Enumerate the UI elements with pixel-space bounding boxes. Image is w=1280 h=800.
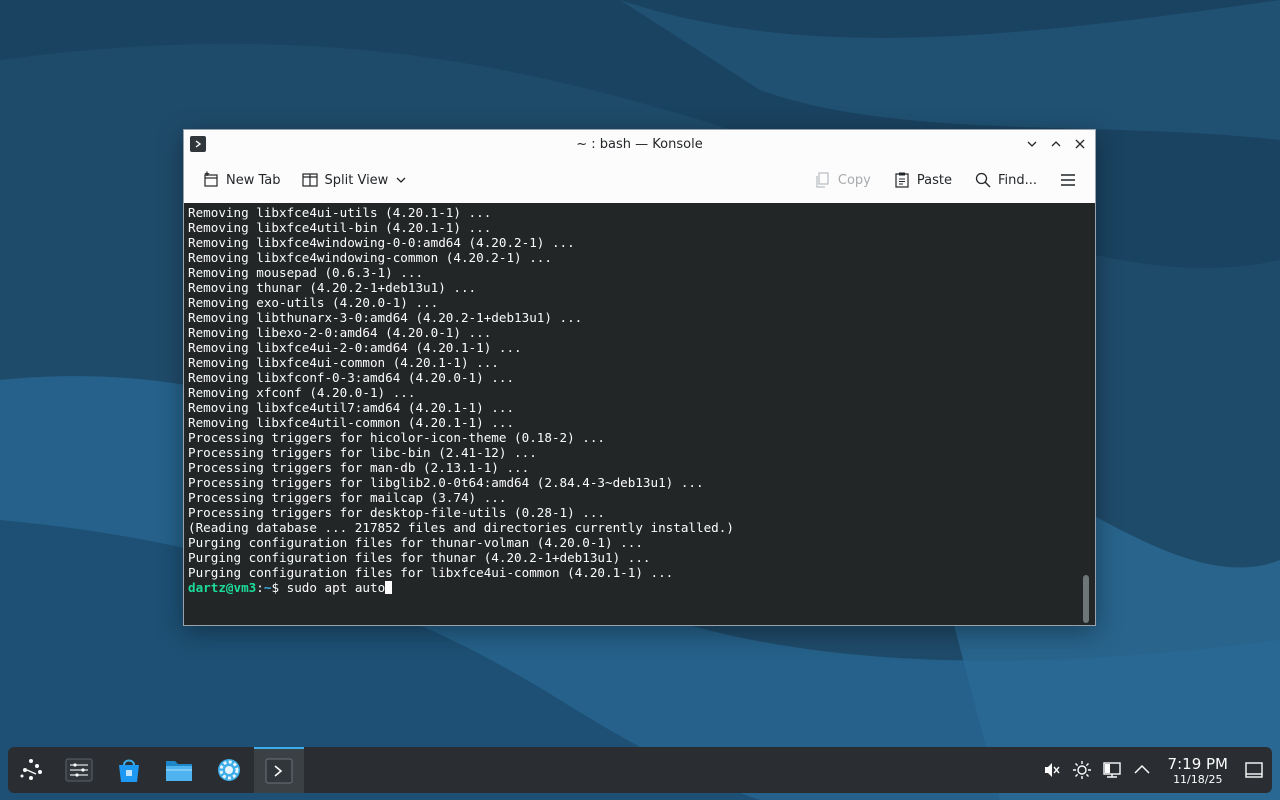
find-button[interactable]: Find... (968, 165, 1043, 195)
terminal-line: Processing triggers for libc-bin (2.41-1… (188, 445, 537, 460)
system-monitor-icon (65, 758, 93, 782)
task-konsole[interactable] (254, 747, 304, 793)
konsole-icon (265, 758, 293, 784)
hamburger-menu-icon (1061, 174, 1075, 186)
terminal-line: Removing libxfce4windowing-common (4.20.… (188, 250, 552, 265)
settings-gear-icon (218, 759, 240, 781)
new-tab-button[interactable]: New Tab (196, 165, 287, 195)
terminal-line: Removing xfconf (4.20.0-1) ... (188, 385, 416, 400)
discover-store-icon (119, 759, 139, 782)
terminal-line: Removing mousepad (0.6.3-1) ... (188, 265, 424, 280)
copy-button[interactable]: Copy (808, 165, 877, 195)
prompt-symbol: $ (271, 580, 280, 595)
prompt-user: dartz@vm3 (188, 580, 257, 595)
show-desktop-icon[interactable] (1244, 760, 1264, 780)
dolphin-folder-icon (166, 761, 192, 781)
terminal-line: Processing triggers for man-db (2.13.1-1… (188, 460, 530, 475)
terminal-line: Removing libxfce4util7:amd64 (4.20.1-1) … (188, 400, 515, 415)
new-tab-label: New Tab (226, 172, 281, 188)
paste-icon (895, 172, 909, 188)
split-view-button[interactable]: Split View (295, 165, 415, 195)
task-settings[interactable] (204, 747, 254, 793)
terminal-scrollbar[interactable] (1083, 575, 1089, 623)
terminal-line: (Reading database ... 217852 files and d… (188, 520, 734, 535)
volume-muted-icon[interactable] (1042, 760, 1062, 780)
search-icon (975, 172, 991, 188)
copy-label: Copy (837, 172, 871, 188)
terminal-line: Removing libxfce4ui-utils (4.20.1-1) ... (188, 205, 492, 220)
new-tab-icon (204, 171, 218, 187)
terminal-line: Purging configuration files for thunar (… (188, 550, 651, 565)
terminal-line: Removing thunar (4.20.2-1+deb13u1) ... (188, 280, 477, 295)
split-view-label: Split View (324, 172, 389, 188)
clock-time: 7:19 PM (1167, 754, 1228, 773)
app-menu-icon (20, 759, 42, 780)
typed-command: sudo apt auto (279, 580, 386, 595)
terminal-line: Processing triggers for hicolor-icon-the… (188, 430, 606, 445)
terminal-line: Removing libexo-2-0:amd64 (4.20.0-1) ... (188, 325, 492, 340)
brightness-icon[interactable] (1072, 760, 1092, 780)
clock-date: 11/18/25 (1173, 772, 1223, 786)
terminal-line: Removing libxfce4util-bin (4.20.1-1) ... (188, 220, 492, 235)
task-dolphin[interactable] (154, 747, 204, 793)
close-icon[interactable] (1071, 134, 1089, 154)
terminal-output: Removing libxfce4ui-utils (4.20.1-1) ...… (188, 205, 1075, 595)
terminal-prompt-line[interactable]: dartz@vm3:~$ sudo apt auto (188, 580, 1075, 595)
text-cursor (385, 581, 393, 594)
terminal-line: Purging configuration files for thunar-v… (188, 535, 643, 550)
paste-label: Paste (916, 172, 952, 188)
terminal-line: Removing libthunarx-3-0:amd64 (4.20.2-1+… (188, 310, 583, 325)
terminal-line: Removing libxfce4util-common (4.20.1-1) … (188, 415, 515, 430)
terminal-line: Processing triggers for libglib2.0-0t64:… (188, 475, 704, 490)
taskbar-panel: 7:19 PM 11/18/25 (8, 747, 1272, 793)
maximize-icon[interactable] (1047, 134, 1065, 154)
terminal-line: Purging configuration files for libxfce4… (188, 565, 674, 580)
tray-expand-icon[interactable] (1132, 760, 1152, 780)
terminal-line: Removing libxfconf-0-3:amd64 (4.20.0-1) … (188, 370, 515, 385)
task-discover[interactable] (104, 747, 154, 793)
konsole-app-icon[interactable] (190, 136, 206, 152)
paste-button[interactable]: Paste (887, 165, 958, 195)
terminal-view[interactable]: Removing libxfce4ui-utils (4.20.1-1) ...… (184, 203, 1095, 625)
terminal-line: Removing libxfce4ui-2-0:amd64 (4.20.1-1)… (188, 340, 522, 355)
konsole-window: ~ : bash — Konsole New Tab Split View Co… (183, 129, 1096, 626)
app-menu-launcher[interactable] (8, 747, 54, 793)
window-titlebar[interactable]: ~ : bash — Konsole (184, 130, 1095, 158)
window-title: ~ : bash — Konsole (576, 136, 703, 152)
copy-icon (816, 172, 829, 188)
konsole-toolbar: New Tab Split View Copy Paste Find... (184, 158, 1095, 202)
terminal-line: Removing libxfce4windowing-0-0:amd64 (4.… (188, 235, 575, 250)
task-system-monitor[interactable] (54, 747, 104, 793)
prompt-separator: : (256, 580, 264, 595)
terminal-line: Removing exo-utils (4.20.0-1) ... (188, 295, 439, 310)
terminal-line: Processing triggers for desktop-file-uti… (188, 505, 606, 520)
terminal-line: Processing triggers for mailcap (3.74) .… (188, 490, 507, 505)
network-icon[interactable] (1102, 760, 1122, 780)
terminal-line: Removing libxfce4ui-common (4.20.1-1) ..… (188, 355, 499, 370)
system-tray: 7:19 PM 11/18/25 (1042, 747, 1264, 793)
chevron-down-icon[interactable] (394, 173, 408, 187)
digital-clock[interactable]: 7:19 PM 11/18/25 (1168, 755, 1228, 786)
minimize-icon[interactable] (1023, 134, 1041, 154)
hamburger-menu-button[interactable] (1053, 165, 1083, 195)
find-label: Find... (997, 172, 1037, 188)
split-view-icon (301, 173, 318, 187)
